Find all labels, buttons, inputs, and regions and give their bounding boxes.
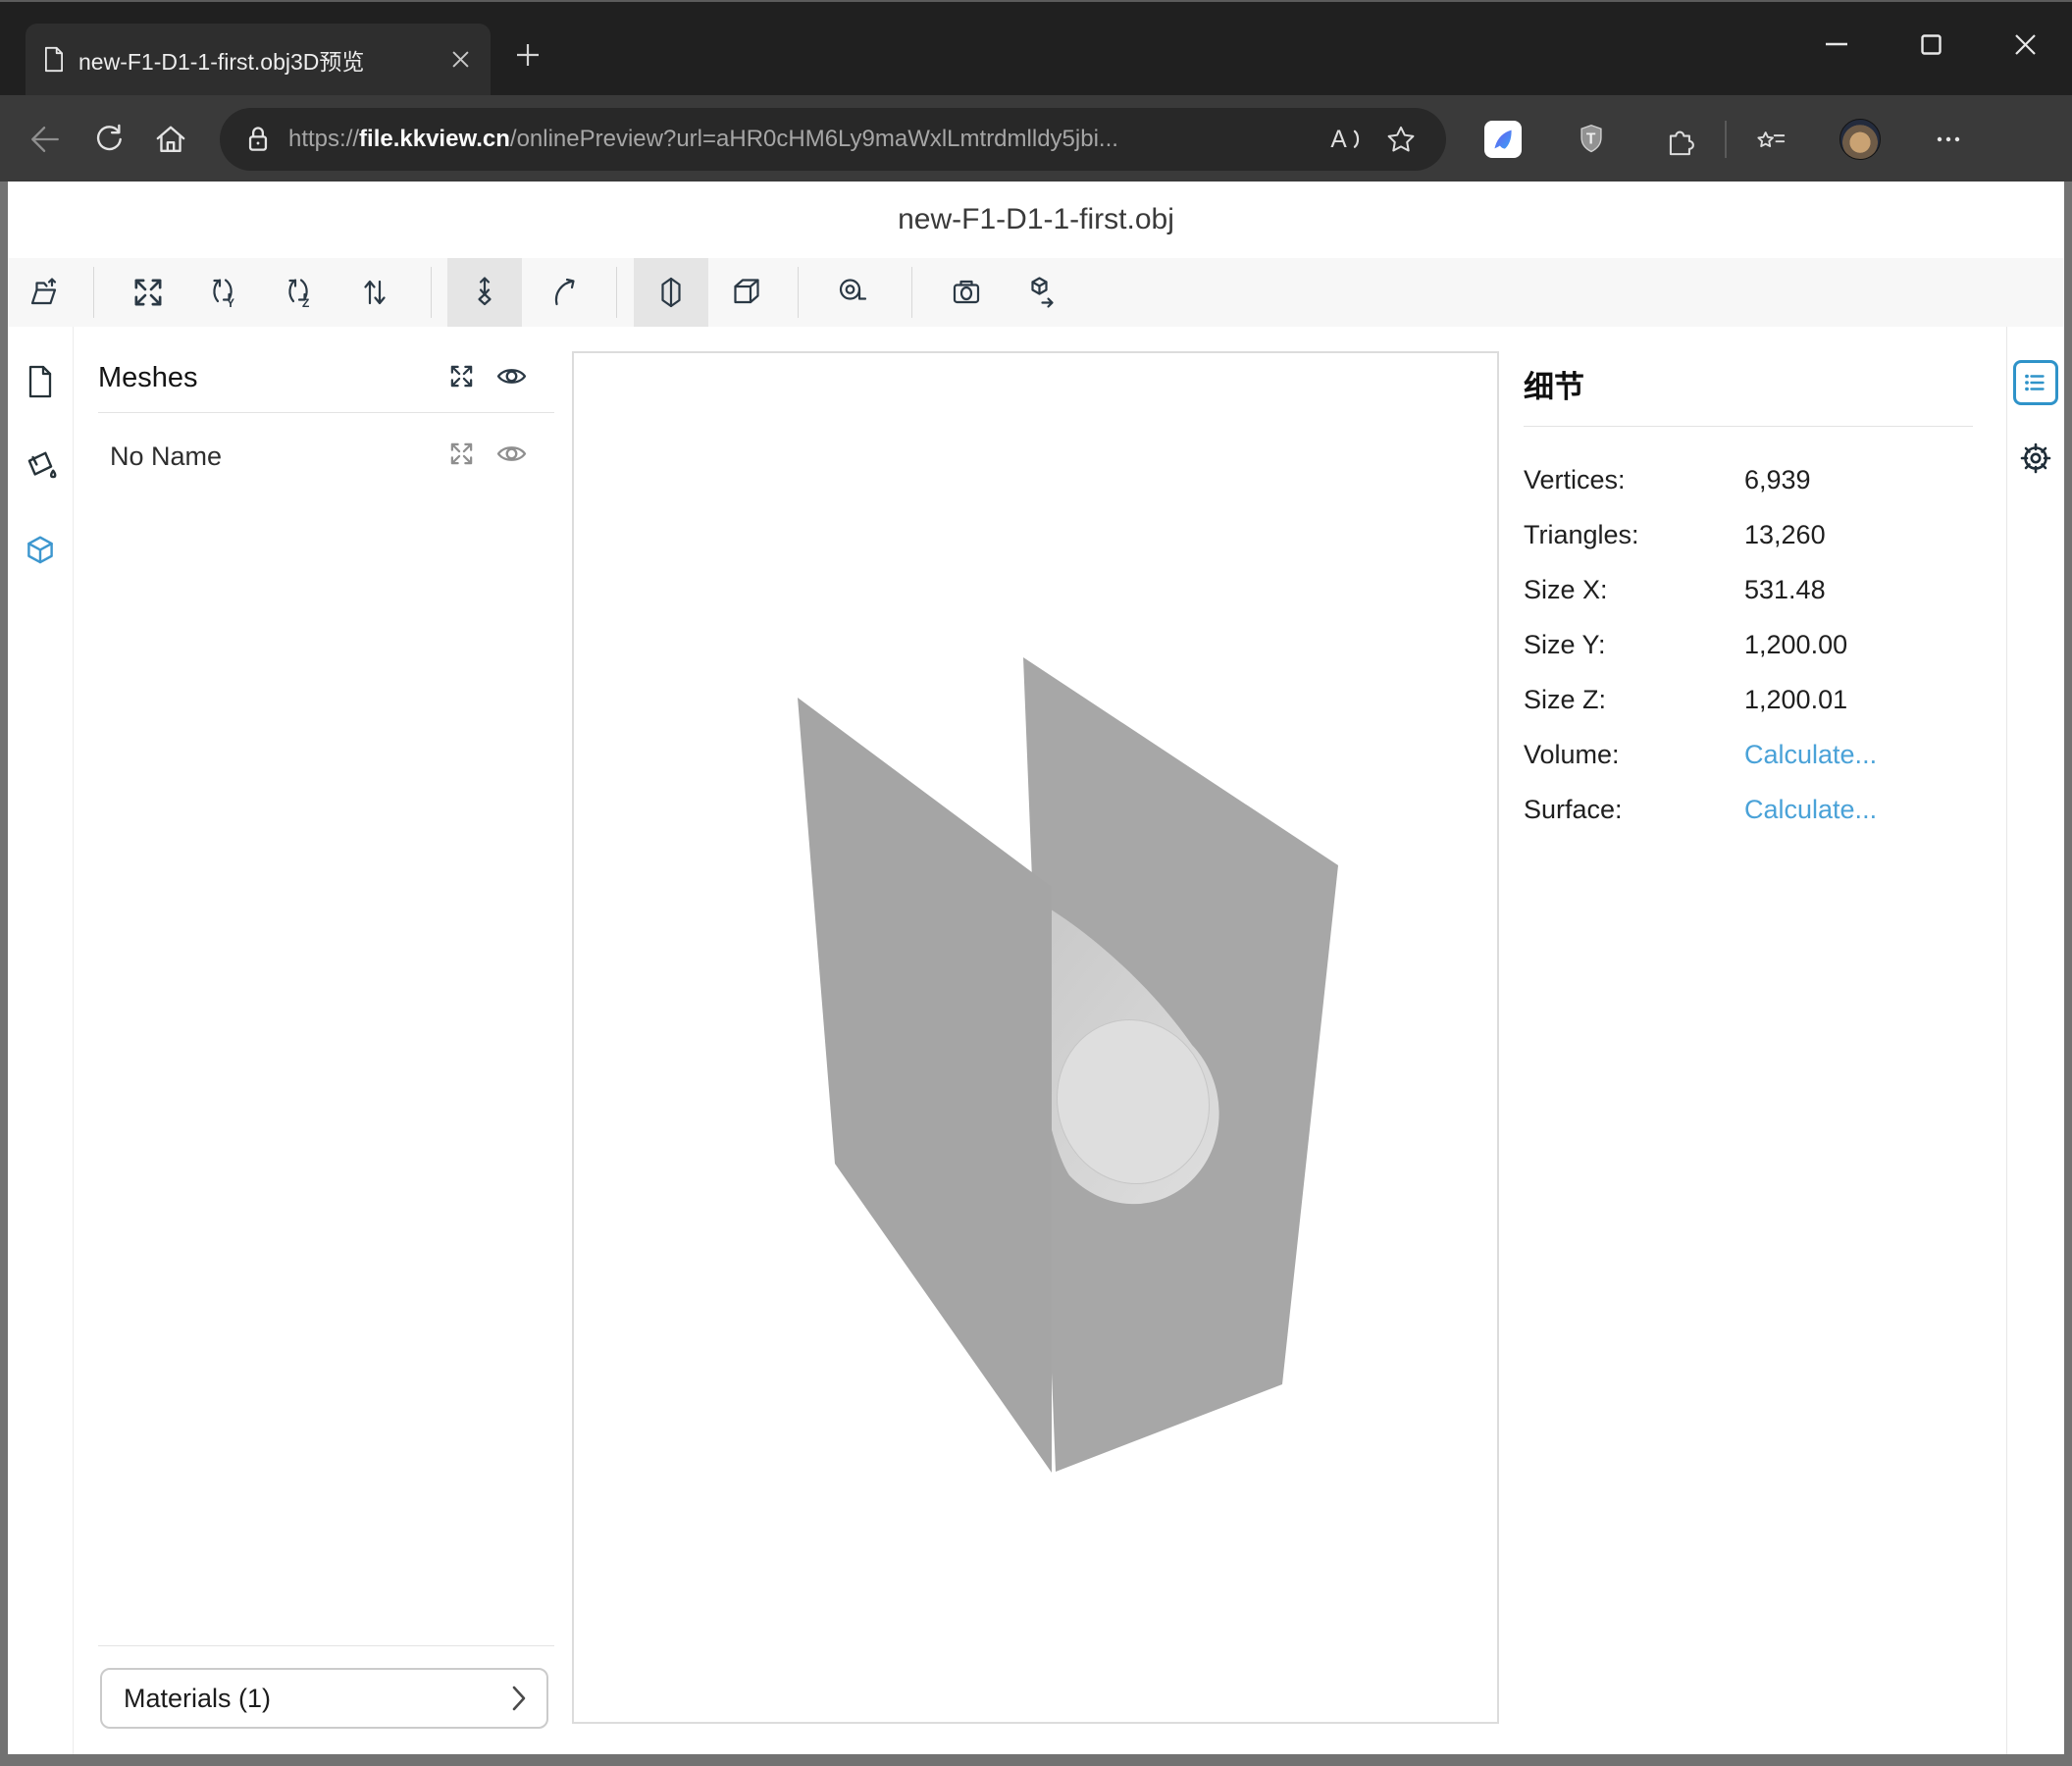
bounding-box-button[interactable] [709, 258, 784, 327]
calculate-surface-link[interactable]: Calculate... [1744, 795, 1877, 825]
materials-label: Materials (1) [124, 1684, 271, 1714]
back-button[interactable] [24, 118, 67, 161]
page-title: new-F1-D1-1-first.obj [898, 203, 1174, 236]
tab-close-icon[interactable] [443, 43, 477, 77]
url-bar[interactable]: https://file.kkview.cn/onlinePreview?url… [220, 108, 1446, 171]
flip-vertical-button[interactable] [337, 258, 412, 327]
mesh-name: No Name [110, 442, 222, 472]
svg-text:T: T [1586, 130, 1596, 147]
mesh-visibility-eye-icon[interactable] [496, 442, 527, 470]
divider [1524, 426, 1973, 427]
svg-text:Z: Z [302, 296, 309, 310]
extension-bird-icon[interactable] [1481, 118, 1525, 161]
browser-chrome: new-F1-D1-1-first.obj3D预览 [0, 0, 2072, 182]
svg-text:A: A [1330, 127, 1347, 153]
settings-gear-icon[interactable] [2016, 439, 2055, 483]
reload-button[interactable] [86, 118, 130, 161]
right-icon-rail [2006, 327, 2064, 1754]
toolbar-separator [1725, 121, 1727, 158]
home-button[interactable] [149, 118, 192, 161]
url-text: https://file.kkview.cn/onlinePreview?url… [288, 126, 1303, 153]
extensions-puzzle-icon[interactable] [1658, 118, 1701, 161]
mesh-list-item[interactable]: No Name [110, 441, 527, 472]
viewer-content: Meshes No Name [8, 327, 2064, 1754]
new-tab-button[interactable] [506, 33, 549, 77]
orbit-rotate-button[interactable] [528, 258, 602, 327]
details-list-icon[interactable] [2013, 360, 2058, 405]
fit-view-button[interactable] [111, 258, 185, 327]
divider [98, 1645, 554, 1646]
details-panel: 细节 Vertices: 6,939 Triangles: 13,260 Siz… [1499, 327, 2006, 1754]
model-render [574, 353, 1497, 1722]
toolbar-separator [93, 267, 94, 318]
read-aloud-icon[interactable]: A [1322, 118, 1366, 161]
details-rows: Vertices: 6,939 Triangles: 13,260 Size X… [1524, 452, 2006, 837]
fit-all-icon[interactable] [448, 363, 475, 394]
window-controls [1789, 4, 2072, 84]
screenshot-button[interactable] [929, 258, 1004, 327]
tab-title: new-F1-D1-1-first.obj3D预览 [78, 43, 443, 77]
left-icon-rail [8, 327, 74, 1754]
viewer-toolbar: Y Z [8, 258, 2064, 327]
detail-row-surface: Surface: Calculate... [1524, 782, 2006, 837]
window-frame: new-F1-D1-1-first.obj Y Z [0, 182, 2072, 1766]
browser-tab[interactable]: new-F1-D1-1-first.obj3D预览 [26, 24, 491, 95]
toolbar-separator [431, 267, 432, 318]
detail-row-vertices: Vertices: 6,939 [1524, 452, 2006, 507]
fit-mesh-icon[interactable] [448, 441, 475, 472]
detail-row-size-x: Size X: 531.48 [1524, 562, 2006, 617]
open-file-button[interactable] [8, 258, 82, 327]
export-model-button[interactable] [1003, 258, 1077, 327]
toolbar-separator [911, 267, 912, 318]
detail-row-size-y: Size Y: 1,200.00 [1524, 617, 2006, 672]
detail-row-size-z: Size Z: 1,200.01 [1524, 672, 2006, 727]
toolbar-separator [616, 267, 617, 318]
materials-paint-icon[interactable] [22, 447, 59, 490]
visibility-eye-icon[interactable] [496, 365, 527, 392]
viewer-page: new-F1-D1-1-first.obj Y Z [8, 182, 2064, 1754]
browser-menu-icon[interactable] [1927, 118, 1970, 161]
move-axis-button[interactable] [447, 258, 522, 327]
toolbar-separator [798, 267, 799, 318]
file-info-icon[interactable] [25, 364, 56, 404]
rotate-z-button[interactable]: Z [262, 258, 337, 327]
close-window-button[interactable] [1978, 4, 2072, 84]
left-plane [798, 698, 1052, 1473]
page-title-row: new-F1-D1-1-first.obj [8, 182, 2064, 258]
profile-avatar[interactable] [1839, 118, 1882, 161]
maximize-button[interactable] [1884, 4, 1978, 84]
extension-shield-icon[interactable]: T [1570, 118, 1613, 161]
model-cube-icon[interactable] [22, 533, 59, 575]
svg-text:Y: Y [227, 296, 234, 310]
measure-button[interactable] [815, 258, 890, 327]
meshes-title: Meshes [98, 362, 198, 394]
materials-button[interactable]: Materials (1) [100, 1668, 548, 1729]
favorite-star-icon[interactable] [1379, 118, 1423, 161]
chevron-right-icon [511, 1685, 527, 1712]
divider [98, 412, 554, 413]
detail-row-triangles: Triangles: 13,260 [1524, 507, 2006, 562]
perspective-view-button[interactable] [634, 258, 708, 327]
detail-row-volume: Volume: Calculate... [1524, 727, 2006, 782]
browser-window: new-F1-D1-1-first.obj3D预览 [0, 0, 2072, 1766]
meshes-panel: Meshes No Name [74, 327, 554, 1754]
minimize-button[interactable] [1789, 4, 1884, 84]
favorites-hub-icon[interactable] [1748, 118, 1791, 161]
calculate-volume-link[interactable]: Calculate... [1744, 740, 1877, 770]
rotate-y-button[interactable]: Y [186, 258, 261, 327]
page-file-icon [43, 46, 65, 73]
lock-icon [243, 123, 273, 156]
meshes-header: Meshes [98, 362, 527, 394]
viewport-3d[interactable] [572, 351, 1499, 1724]
browser-navbar: https://file.kkview.cn/onlinePreview?url… [0, 95, 2072, 183]
details-title: 细节 [1524, 362, 2006, 406]
